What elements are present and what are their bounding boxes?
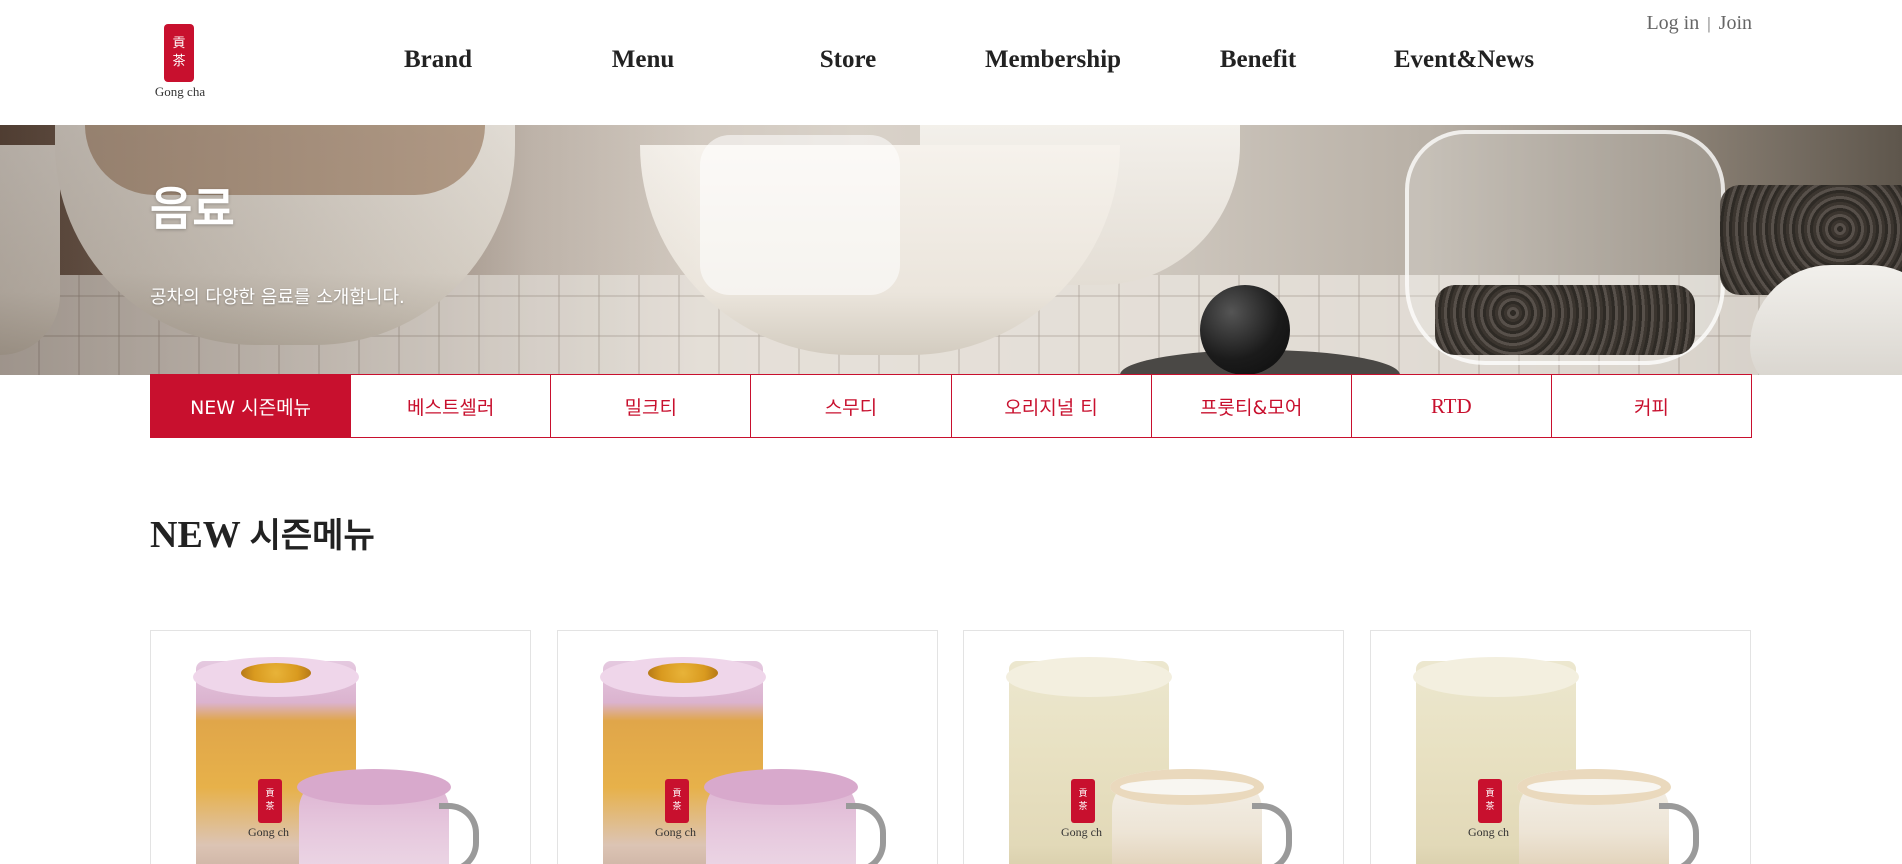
drink-foam	[1413, 657, 1579, 697]
page-description: 공차의 다양한 음료를 소개합니다.	[150, 287, 405, 308]
hero-shade	[0, 125, 700, 375]
cup-brand-text: Gong ch	[1061, 825, 1102, 839]
product-card[interactable]: 貢茶 Gong ch	[963, 630, 1344, 864]
mug-foam	[1110, 769, 1264, 805]
category-tabs: NEW 시즌메뉴 베스트셀러 밀크티 스무디 오리지널 티 프룻티&모어 RTD…	[150, 374, 1752, 438]
join-link[interactable]: Join	[1719, 12, 1752, 34]
hero-banner: 음료 공차의 다양한 음료를 소개합니다.	[0, 125, 1902, 375]
hero-ice	[700, 135, 900, 295]
mug-handle	[439, 803, 479, 864]
nav-menu[interactable]: Menu	[612, 46, 675, 74]
gongcha-logo[interactable]: 貢 茶 Gong cha	[150, 24, 210, 102]
product-image-mug	[1517, 769, 1671, 864]
mug-handle	[1252, 803, 1292, 864]
product-image-mug	[297, 769, 451, 864]
gongcha-badge-icon: 貢茶	[665, 779, 689, 823]
page-title: 음료	[150, 182, 235, 236]
product-list: 貢茶 Gong ch 貢茶 Gong ch 貢茶 Gong ch 貢茶 Gong…	[150, 630, 1752, 864]
tab-coffee[interactable]: 커피	[1552, 375, 1751, 437]
gongcha-badge-icon: 貢茶	[258, 779, 282, 823]
gongcha-badge-icon: 貢茶	[1478, 779, 1502, 823]
cup-brand-text: Gong ch	[248, 825, 289, 839]
product-image-mug	[704, 769, 858, 864]
section-title-en: NEW	[150, 514, 241, 556]
login-link[interactable]: Log in	[1646, 12, 1699, 34]
tab-bestseller[interactable]: 베스트셀러	[351, 375, 552, 437]
mug-handle	[1659, 803, 1699, 864]
nav-benefit[interactable]: Benefit	[1220, 46, 1296, 74]
tab-rtd[interactable]: RTD	[1352, 375, 1552, 437]
site-header: 貢 茶 Gong cha Brand Menu Store Membership…	[0, 0, 1902, 125]
product-card[interactable]: 貢茶 Gong ch	[557, 630, 938, 864]
product-image-mug	[1110, 769, 1264, 864]
product-card[interactable]: 貢茶 Gong ch	[1370, 630, 1751, 864]
mug-foam	[704, 769, 858, 805]
util-separator: |	[1707, 14, 1711, 33]
gongcha-badge-icon: 貢茶	[1071, 779, 1095, 823]
tab-new-season[interactable]: NEW 시즌메뉴	[151, 375, 352, 437]
logo-text: Gong cha	[154, 84, 206, 99]
nav-membership[interactable]: Membership	[985, 46, 1121, 74]
hero-black-ball	[1200, 285, 1290, 375]
mug-foam	[297, 769, 451, 805]
util-links: Log in | Join	[1646, 12, 1752, 35]
logo-mark-icon: 貢 茶	[164, 24, 194, 82]
section-title: NEW 시즌메뉴	[150, 508, 375, 557]
tab-milk-tea[interactable]: 밀크티	[551, 375, 752, 437]
tab-fruit-tea-more[interactable]: 프룻티&모어	[1152, 375, 1352, 437]
cup-brand-text: Gong ch	[1468, 825, 1509, 839]
nav-brand[interactable]: Brand	[404, 46, 472, 74]
nav-event-news[interactable]: Event&News	[1394, 46, 1534, 74]
tab-smoothie[interactable]: 스무디	[751, 375, 952, 437]
drink-foam	[1006, 657, 1172, 697]
nav-store[interactable]: Store	[820, 46, 876, 74]
drink-topping	[648, 663, 718, 683]
mug-foam	[1517, 769, 1671, 805]
hero-tea-leaves	[1435, 285, 1695, 355]
tab-original-tea[interactable]: 오리지널 티	[952, 375, 1152, 437]
section-title-ko: 시즌메뉴	[249, 516, 375, 556]
drink-topping	[241, 663, 311, 683]
mug-handle	[846, 803, 886, 864]
cup-brand-text: Gong ch	[655, 825, 696, 839]
product-card[interactable]: 貢茶 Gong ch	[150, 630, 531, 864]
